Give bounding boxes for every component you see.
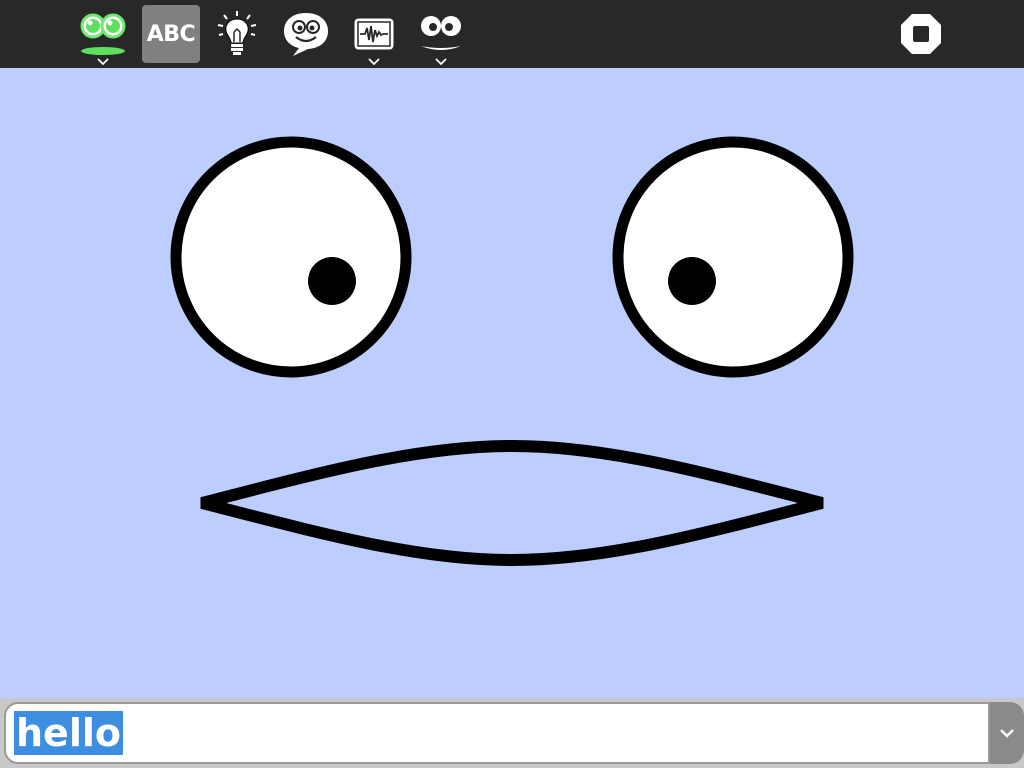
toolbar: ABC — [0, 0, 1024, 68]
chevron-down-icon — [368, 58, 380, 65]
activity-button[interactable] — [74, 5, 132, 65]
talking-face — [170, 136, 854, 567]
history-dropdown-button[interactable] — [990, 702, 1024, 764]
abc-speak-icon: ABC — [146, 21, 196, 47]
lightbulb-icon — [217, 11, 257, 55]
face-settings-icon — [421, 16, 461, 50]
voice-button[interactable] — [345, 5, 403, 65]
right-eye — [612, 136, 854, 378]
text-entry-bar: hello — [0, 698, 1024, 768]
activity-face-icon — [80, 13, 126, 55]
waveform-icon — [354, 18, 394, 50]
right-pupil — [668, 257, 716, 305]
face-button[interactable] — [412, 5, 470, 65]
speech-text-input[interactable]: hello — [4, 702, 990, 764]
chevron-down-icon — [1000, 729, 1014, 738]
speak-text-button[interactable]: ABC — [142, 5, 200, 63]
mouth — [200, 439, 824, 567]
chat-bubble-icon — [284, 13, 328, 56]
robot-button[interactable] — [208, 5, 266, 63]
chevron-down-icon — [97, 58, 109, 65]
selected-text: hello — [14, 711, 123, 755]
chevron-down-icon — [435, 58, 447, 65]
left-eye — [170, 136, 412, 378]
left-pupil — [308, 257, 356, 305]
face-canvas — [0, 68, 1024, 698]
stop-icon — [901, 14, 941, 54]
stop-button[interactable] — [892, 5, 950, 63]
chat-button[interactable] — [277, 5, 335, 63]
